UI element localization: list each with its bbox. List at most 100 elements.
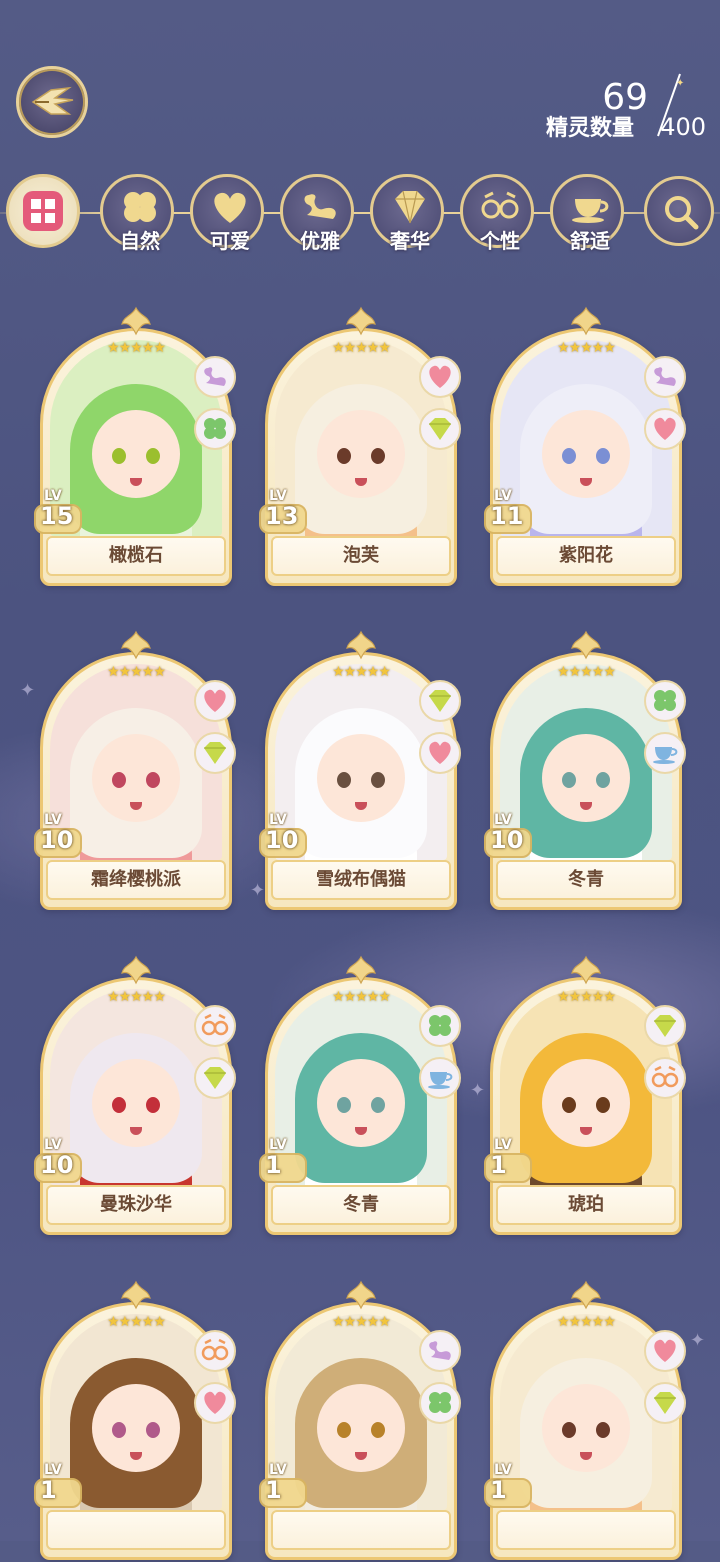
- spirit-count-current: 69: [602, 77, 648, 118]
- attribute-tag: [419, 1382, 461, 1424]
- filter-luxury[interactable]: 奢华: [370, 174, 444, 253]
- spirit-card[interactable]: ★★★★★ LV 10 霜绛樱桃派: [34, 630, 236, 912]
- character-eye-left: [337, 448, 351, 464]
- spirit-name: 霜绛樱桃派: [46, 860, 226, 900]
- back-button[interactable]: [16, 66, 88, 138]
- diamond-icon: [204, 1067, 226, 1089]
- attribute-tag: [194, 356, 236, 398]
- rarity-stars: ★★★★★: [332, 1314, 391, 1330]
- clover-icon: [429, 1015, 451, 1036]
- spirit-card[interactable]: ★★★★★ LV 1 琥珀: [484, 955, 686, 1237]
- attribute-tag: [419, 356, 461, 398]
- attribute-tag: [419, 1005, 461, 1047]
- spirit-card[interactable]: ★★★★★ LV 15 橄榄石: [34, 306, 236, 588]
- spirit-name: [271, 1510, 451, 1550]
- attribute-tag: [419, 732, 461, 774]
- spirit-card[interactable]: ★★★★★ LV 10 曼珠沙华: [34, 955, 236, 1237]
- attribute-tag: [644, 1057, 686, 1099]
- spirit-card[interactable]: ★★★★★ LV 1 冬青: [259, 955, 461, 1237]
- character-eye-left: [112, 448, 126, 464]
- spirit-card[interactable]: ★★★★★ LV 10 冬青: [484, 630, 686, 912]
- swan-icon: [654, 367, 676, 386]
- rarity-stars: ★★★★★: [107, 340, 166, 356]
- spirit-count-total: 400: [660, 113, 706, 141]
- card-crown-ornament: [346, 306, 376, 336]
- spirit-count-label: 精灵数量: [545, 116, 634, 141]
- heart-icon: [654, 1339, 676, 1362]
- rarity-stars: ★★★★★: [107, 664, 166, 680]
- diamond-icon: [654, 1392, 676, 1414]
- sparkle-icon: ✦: [470, 1080, 486, 1101]
- attribute-tag: [194, 1005, 236, 1047]
- filter-elegant-label: 优雅: [300, 229, 340, 253]
- spirit-name: [46, 1510, 226, 1550]
- rarity-stars: ★★★★★: [332, 340, 391, 356]
- level-value: 13: [265, 502, 299, 530]
- spirit-card[interactable]: ★★★★★ LV 1: [259, 1280, 461, 1562]
- filter-luxury-label: 奢华: [390, 229, 430, 253]
- rarity-stars: ★★★★★: [557, 664, 616, 680]
- level-value: 10: [265, 826, 299, 854]
- teacup-icon: [428, 1072, 453, 1089]
- heart-icon: [214, 192, 246, 223]
- character-eye-left: [337, 772, 351, 788]
- character-eye-right: [146, 448, 160, 464]
- teacup-icon: [572, 199, 609, 223]
- level-value: 1: [490, 1151, 507, 1179]
- character-eye-right: [371, 772, 385, 788]
- filter-all[interactable]: [6, 174, 80, 248]
- search-button[interactable]: [644, 176, 714, 246]
- filter-comfort-label: 舒适: [570, 229, 610, 253]
- filter-comfort[interactable]: 舒适: [550, 174, 624, 253]
- card-crown-ornament: [346, 1280, 376, 1310]
- swan-icon: [304, 194, 336, 219]
- attribute-tag: [194, 1330, 236, 1372]
- spirit-name: 泡芙: [271, 536, 451, 576]
- swan-icon: [429, 1341, 451, 1360]
- filter-cute-label: 可爱: [210, 229, 250, 253]
- character-eye-left: [112, 1097, 126, 1113]
- spirit-card[interactable]: ★★★★★ LV 13 泡芙: [259, 306, 461, 588]
- card-crown-ornament: [571, 630, 601, 660]
- filter-elegant[interactable]: 优雅: [280, 174, 354, 253]
- spirit-card[interactable]: ★★★★★ LV 1: [34, 1280, 236, 1562]
- card-crown-ornament: [571, 1280, 601, 1310]
- attribute-tag: [194, 680, 236, 722]
- spirit-name: 雪绒布偶猫: [271, 860, 451, 900]
- spirit-name: 冬青: [271, 1185, 451, 1225]
- level-value: 1: [265, 1151, 282, 1179]
- card-crown-ornament: [121, 630, 151, 660]
- diamond-icon: [654, 1015, 676, 1037]
- clover-icon: [429, 1392, 451, 1413]
- spirit-name: 曼珠沙华: [46, 1185, 226, 1225]
- sparkle-icon: ✦: [20, 680, 36, 701]
- glasses-icon: [201, 1013, 229, 1036]
- spirit-card[interactable]: ★★★★★ LV 10 雪绒布偶猫: [259, 630, 461, 912]
- filter-personality[interactable]: 个性: [460, 174, 534, 253]
- svg-text:✦: ✦: [676, 78, 684, 89]
- spirit-count: 69 ✦ 精灵数量 400: [516, 73, 706, 142]
- card-crown-ornament: [346, 955, 376, 985]
- spirit-card[interactable]: ★★★★★ LV 1: [484, 1280, 686, 1562]
- attribute-tag: [194, 1057, 236, 1099]
- attribute-tag: [644, 356, 686, 398]
- spirit-name: 橄榄石: [46, 536, 226, 576]
- level-value: 1: [265, 1476, 282, 1504]
- attribute-tag: [644, 1005, 686, 1047]
- character-eye-right: [371, 1097, 385, 1113]
- spirit-card[interactable]: ★★★★★ LV 11 紫阳花: [484, 306, 686, 588]
- character-eye-right: [146, 1097, 160, 1113]
- clover-icon: [124, 192, 156, 222]
- rarity-stars: ★★★★★: [557, 1314, 616, 1330]
- glasses-icon: [201, 1338, 229, 1361]
- character-eye-right: [371, 448, 385, 464]
- filter-nature[interactable]: 自然: [100, 174, 174, 253]
- sparkle-icon: ✦: [690, 1330, 706, 1351]
- heart-icon: [429, 365, 451, 388]
- attribute-tag: [419, 1330, 461, 1372]
- diamond-icon: [429, 418, 451, 440]
- character-eye-right: [596, 1422, 610, 1438]
- filter-cute[interactable]: 可爱: [190, 174, 264, 253]
- diamond-icon: [429, 690, 451, 712]
- diamond-icon: [395, 190, 425, 224]
